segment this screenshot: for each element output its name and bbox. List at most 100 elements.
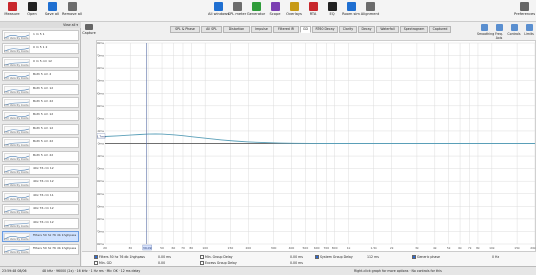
x-tick-label: 2k [390,246,394,250]
toolbar-button-spl-meter[interactable]: SPL meter [227,2,247,17]
tab-distortion[interactable]: Distortion [223,26,250,33]
tab-impulse[interactable]: Impulse [251,26,272,33]
measurement-item[interactable]: 40x 76 cm 12 1 m Velocity Inside [2,217,79,229]
measurement-item[interactable]: 40x 76 cm 12 1 m Velocity Inside [2,204,79,216]
min-gd-entry[interactable]: Min. GD [94,261,112,265]
measurement-item[interactable]: Both 5 cm 2 1 m Velocity Inside [2,70,79,82]
toolbar-button-all-windows[interactable]: All windows [208,2,229,17]
view-all-label[interactable]: View all ▾ [63,22,78,28]
excess-entry[interactable]: Excess Group Delay [200,261,237,265]
y-tick-label: 0ms [98,142,105,146]
chart-svg[interactable]: -80ms-70ms-60ms-50ms-40ms-30ms-20ms-10ms… [95,41,536,252]
min-phase-checkbox[interactable] [200,255,204,259]
tab-waterfall[interactable]: Waterfall [376,26,399,33]
min-phase-entry[interactable]: Min. Group Delay [200,255,233,259]
measurement-item[interactable]: Filters 50 hz 76 db 1hghpass 1 m Velocity… [2,244,79,256]
tool-label: Limits [524,32,534,36]
y-tick-label: 60ms [97,66,104,70]
measurement-item[interactable]: 40x 76 cm 11 1 m Velocity Inside [2,190,79,202]
x-tick-label: 700 [323,246,329,250]
measurement-item[interactable]: Both 5 cm 12 1 m Velocity Inside [2,123,79,135]
capture-button[interactable]: Capture [82,22,96,40]
measurement-title: Both 5 cm 12 [33,125,54,130]
x-tick-label: 1k [347,246,351,250]
toolbar-button-open[interactable]: Open [22,2,42,17]
toolbar-button-measure[interactable]: Measure [2,2,22,17]
tool-controls[interactable]: Controls [507,24,521,36]
folder-open-icon [27,2,37,11]
measurement-item[interactable]: 0 m 5 cm 12 1 m Velocity Inside [2,56,79,68]
toolbar-button-save-all[interactable]: Save all [42,2,62,17]
excess-checkbox[interactable] [200,261,204,265]
tab-filtered-ir[interactable]: Filtered IR [273,26,299,33]
min-phase-value: 0.00 ms [290,255,303,259]
generic-entry[interactable]: Generic phase [412,255,440,259]
measurement-subtitle: 1 m Velocity Inside [4,90,29,94]
tool-freq-axis[interactable]: Freq. Axis [492,24,506,40]
tool-smoothing[interactable]: Smoothing [477,24,494,36]
toolbar-label: Measure [4,12,20,16]
measurement-item[interactable]: Both 5 cm 12 1 m Velocity Inside [2,110,79,122]
tab-rt60-decay[interactable]: RT60 Decay [312,26,338,33]
graph-controls: Smoothing Freq. Axis Controls Limits [475,22,536,40]
measurement-item[interactable]: Both 5 cm 22 1 m Velocity Inside [2,137,79,149]
y-tick-label: -20ms [97,167,104,171]
toolbar-button-alignment[interactable]: Alignment [360,2,380,17]
measurement-item[interactable]: Both 5 cm 22 1 m Velocity Inside [2,97,79,108]
system-checkbox[interactable] [315,255,319,259]
camera-icon [85,24,93,30]
toolbar-button-room-sim[interactable]: Room sim [341,2,361,17]
tab-clarity[interactable]: Clarity [339,26,357,33]
x-tick-label: 60 [171,246,175,250]
system-entry[interactable]: System Group Delay [315,255,353,259]
toolbar-button-remove-all[interactable]: Remove all [62,2,82,17]
measurement-item[interactable]: Both 5 cm 22 1 m Velocity Inside [2,150,79,162]
tab-all-spl[interactable]: All SPL [201,26,222,33]
tool-limits[interactable]: Limits [522,24,536,36]
toolbar-button-eq[interactable]: EQ [322,2,342,17]
tab-spl-phase[interactable]: SPL & Phase [170,26,200,33]
app-window: Measure Open Save all Remove all All windows… [0,0,536,275]
min-gd-label: Min. GD [99,261,112,265]
status-time: 23:59:48 08/06 [2,269,27,273]
x-tick-label: 10k [489,246,495,250]
toolbar-button-rta[interactable]: RTA [303,2,323,17]
tab-decay[interactable]: Decay [358,26,375,33]
delay-value: 0.00 ms [158,255,171,259]
toolbar-label: EQ [329,12,335,16]
toolbar-label: Open [27,12,37,16]
x-tick-label: 800 [332,246,338,250]
generic-checkbox[interactable] [412,255,416,259]
excess-value: 0.00 ms [290,261,303,265]
toolbar-button-overlays[interactable]: Overlays [284,2,304,17]
toolbar-button-generator[interactable]: Generator [246,2,266,17]
measurement-item[interactable]: 0 m 5 1 2 1 m Velocity Inside [2,43,79,55]
room-sim-icon [346,2,356,11]
measurement-item[interactable]: 1 m 5 1 1 m Velocity Inside [2,30,79,41]
legend-checkbox[interactable] [94,255,98,259]
toolbar-button-scope[interactable]: Scope [265,2,285,17]
x-tick-label: 70 [181,246,185,250]
min-gd-checkbox[interactable] [94,261,98,265]
measurement-item[interactable]: Both 5 cm 12 1 m Velocity Inside [2,83,79,95]
measurement-subtitle: 1 m Velocity Inside [4,130,29,134]
measurement-item[interactable]: 40x 76 cm 12 1 m Velocity Inside [2,177,79,189]
x-tick-label: 5k [447,246,451,250]
tab-spectrogram[interactable]: Spectrogram [400,26,428,33]
tab-captured[interactable]: Captured [429,26,451,33]
preferences-button[interactable]: Preferences [514,2,535,17]
main-toolbar: Measure Open Save all Remove all All windows… [0,0,536,22]
group-delay-chart[interactable]: -80ms-70ms-60ms-50ms-40ms-30ms-20ms-10ms… [95,40,536,255]
capture-label: Capture [82,31,96,35]
measurement-subtitle: 1 m Velocity Inside [4,117,29,121]
all-windows-icon [213,2,223,11]
measurement-item[interactable]: 40x 76 cm 12 1 m Velocity Inside [2,164,79,175]
tab-gd[interactable]: GD [300,26,311,33]
toolbar-label: RTA [309,12,317,16]
measurement-subtitle: 1 m Velocity Inside [4,104,29,107]
status-hint: Right-click graph for more options · No … [354,269,442,273]
legend-entry[interactable]: Filters 50 hz 76 db 1hghpass [94,255,145,259]
measurement-item[interactable]: Filters 50 hz 76 db 1hghpass 1 m Velocity… [2,231,79,242]
save-all-icon [47,2,57,11]
measurement-title: 40x 76 cm 11 [33,192,54,197]
